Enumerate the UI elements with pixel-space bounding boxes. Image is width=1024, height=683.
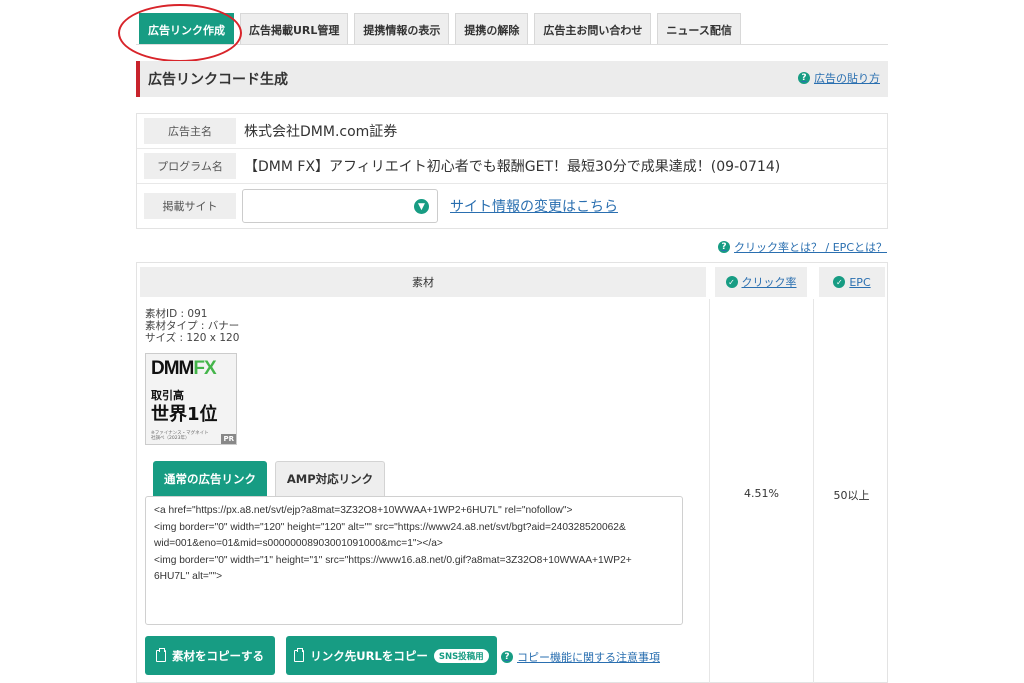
copy-note-link[interactable]: ? コピー機能に関する注意事項 bbox=[501, 649, 660, 665]
dmm-fx-logo: DMMFX bbox=[151, 358, 217, 380]
material-table: 素材 ✓ クリック率 ✓ EPC 素材ID : 091 素材タイプ : バナー … bbox=[136, 262, 888, 683]
clipboard-icon bbox=[156, 647, 166, 662]
material-size: サイズ : 120 x 120 bbox=[145, 332, 240, 344]
copy-material-button[interactable]: 素材をコピーする bbox=[145, 636, 275, 675]
material-id: 素材ID : 091 bbox=[145, 308, 208, 320]
advertiser-label: 広告主名 bbox=[144, 118, 236, 144]
highlight-circle bbox=[118, 4, 242, 62]
logo-dmm: DMM bbox=[151, 358, 194, 379]
ctr-epc-help-label: クリック率とは？ / EPCとは？ bbox=[734, 241, 887, 254]
chevron-down-icon: ▼ bbox=[414, 199, 429, 214]
chevron-circle-icon: ✓ bbox=[725, 276, 738, 288]
copy-url-label: リンク先URLをコピー bbox=[310, 648, 428, 663]
copy-note-label: コピー機能に関する注意事項 bbox=[517, 651, 660, 664]
tab-partnership-info[interactable]: 提携情報の表示 bbox=[354, 13, 450, 45]
ctr-column-header: ✓ クリック率 bbox=[715, 267, 807, 297]
banner-image: DMMFX 取引高 世界1位 ※ファイナンス・マグネイト社調べ（2023年） P… bbox=[145, 353, 237, 445]
clipboard-icon bbox=[294, 647, 305, 662]
section-header: 広告リンクコード生成 ? 広告の貼り方 bbox=[136, 61, 888, 97]
material-meta: 素材ID : 091 素材タイプ : バナー サイズ : 120 x 120 bbox=[145, 308, 239, 344]
pr-badge: PR bbox=[221, 434, 236, 444]
site-row: 掲載サイト ▼ サイト情報の変更はこちら bbox=[137, 184, 887, 228]
program-row: プログラム名 【DMM FX】アフィリエイト初心者でも報酬GET！最短30分で成… bbox=[137, 149, 887, 184]
code-line: 6HU7L" alt=""> bbox=[154, 571, 223, 582]
question-icon: ? bbox=[798, 72, 810, 84]
ctr-epc-help-link[interactable]: ? クリック率とは？ / EPCとは？ bbox=[718, 239, 887, 255]
tab-amp-link[interactable]: AMP対応リンク bbox=[275, 461, 385, 496]
how-to-paste-label: 広告の貼り方 bbox=[814, 72, 880, 85]
material-type: 素材タイプ : バナー bbox=[145, 320, 240, 332]
sns-badge: SNS投稿用 bbox=[433, 648, 489, 663]
page-title: 広告リンクコード生成 bbox=[148, 72, 288, 88]
question-icon: ? bbox=[501, 651, 513, 663]
material-column-header: 素材 bbox=[140, 267, 706, 297]
tab-divider bbox=[136, 44, 888, 45]
epc-sort-link[interactable]: EPC bbox=[849, 276, 870, 289]
code-line: wid=001&eno=01&mid=s00000008903001091000… bbox=[154, 538, 443, 549]
logo-fx: FX bbox=[193, 358, 216, 379]
tab-normal-link[interactable]: 通常の広告リンク bbox=[153, 461, 267, 496]
chevron-circle-icon: ✓ bbox=[833, 276, 846, 288]
advertiser-value: 株式会社DMM.com証券 bbox=[244, 124, 398, 140]
tab-news[interactable]: ニュース配信 bbox=[657, 13, 741, 45]
banner-line2: 世界1位 bbox=[151, 404, 218, 425]
epc-column-header: ✓ EPC bbox=[819, 267, 885, 297]
code-line: <img border="0" width="1" height="1" src… bbox=[154, 554, 632, 566]
link-code-textarea[interactable]: <a href="https://px.a8.net/svt/ejp?a8mat… bbox=[145, 496, 683, 625]
copy-url-button[interactable]: リンク先URLをコピー SNS投稿用 bbox=[286, 636, 497, 675]
tab-advertiser-inquiry[interactable]: 広告主お問い合わせ bbox=[534, 13, 652, 45]
program-label: プログラム名 bbox=[144, 153, 236, 179]
ctr-value: 4.51% bbox=[744, 487, 779, 500]
site-label: 掲載サイト bbox=[144, 193, 236, 219]
question-icon: ? bbox=[718, 241, 731, 253]
tab-ad-url-management[interactable]: 広告掲載URL管理 bbox=[240, 13, 349, 45]
advertiser-row: 広告主名 株式会社DMM.com証券 bbox=[137, 114, 887, 149]
tab-cancel-partnership[interactable]: 提携の解除 bbox=[455, 13, 529, 45]
program-info-table: 広告主名 株式会社DMM.com証券 プログラム名 【DMM FX】アフィリエイ… bbox=[136, 113, 888, 229]
how-to-paste-link[interactable]: ? 広告の貼り方 bbox=[798, 70, 880, 86]
site-select[interactable]: ▼ bbox=[242, 189, 438, 223]
code-line: <a href="https://px.a8.net/svt/ejp?a8mat… bbox=[154, 505, 573, 516]
code-line: <img border="0" width="120" height="120"… bbox=[154, 521, 626, 533]
banner-fine-print: ※ファイナンス・マグネイト社調べ（2023年） bbox=[151, 431, 209, 441]
epc-value: 50以上 bbox=[833, 489, 870, 502]
ctr-sort-link[interactable]: クリック率 bbox=[742, 274, 797, 290]
copy-material-label: 素材をコピーする bbox=[172, 648, 264, 663]
program-value: 【DMM FX】アフィリエイト初心者でも報酬GET！最短30分で成果達成！(09… bbox=[244, 159, 781, 175]
site-info-change-link[interactable]: サイト情報の変更はこちら bbox=[450, 196, 618, 216]
